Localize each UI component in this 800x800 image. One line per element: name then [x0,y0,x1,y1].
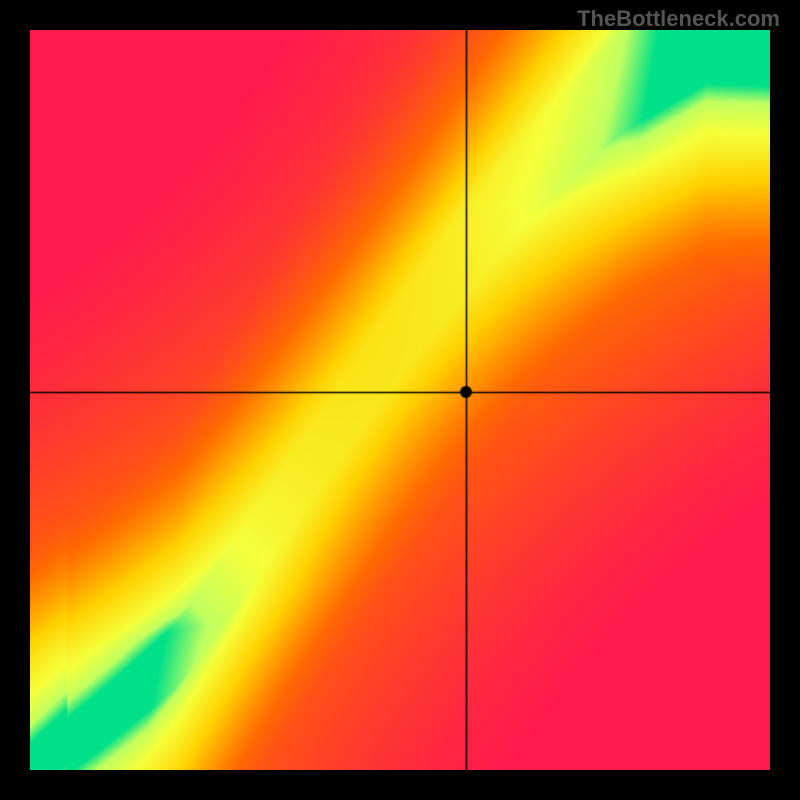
bottleneck-heatmap [30,30,770,770]
watermark-text: TheBottleneck.com [577,6,780,32]
chart-container: TheBottleneck.com [0,0,800,800]
